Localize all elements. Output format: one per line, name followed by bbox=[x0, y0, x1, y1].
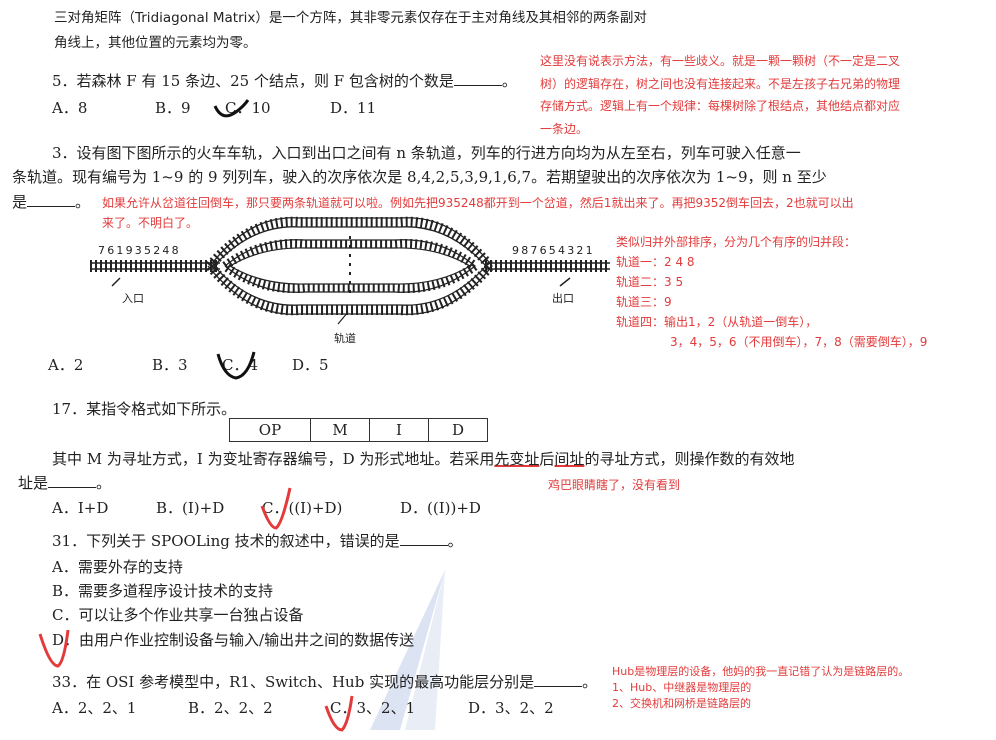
q31-option-b: B．需要多道程序设计技术的支持 bbox=[52, 582, 274, 600]
note-merge: 类似归并外部排序，分为几个有序的归并段： 轨道一：2 4 8 轨道二：3 5 轨… bbox=[616, 235, 928, 349]
q31-option-a: A．需要外存的支持 bbox=[52, 558, 183, 576]
q17-option-a: A．I+D bbox=[52, 499, 109, 517]
q31-check-mark bbox=[38, 629, 70, 668]
q17-line-2: 址是。 bbox=[18, 474, 112, 492]
q3-line-2: 条轨道。现有编号为 1~9 的 9 列列车，驶入的次序依次是 8,4,2,5,3… bbox=[12, 168, 827, 186]
q17-option-b: B．(I)+D bbox=[156, 499, 225, 517]
q3-option-d: D．5 bbox=[292, 356, 329, 374]
note-hub: Hub是物理层的设备，他妈的我一直记错了认为是链路层的。 1、Hub、中继器是物… bbox=[612, 665, 910, 710]
q33-check-mark bbox=[324, 695, 354, 732]
q33-option-a: A．2、2、1 bbox=[52, 699, 137, 717]
instruction-format-table: OP M I D bbox=[229, 418, 488, 442]
q3-option-b: B．3 bbox=[152, 356, 188, 374]
q33-stem: 33．在 OSI 参考模型中，R1、Switch、Hub 实现的最高功能层分别是… bbox=[52, 673, 598, 691]
q3-check-mark bbox=[216, 351, 256, 380]
track-label: 轨道 bbox=[334, 332, 356, 345]
right-train-sequence: 987654321 bbox=[512, 244, 595, 257]
train-track-diagram bbox=[90, 216, 610, 325]
q5-check-mark bbox=[213, 99, 250, 118]
note-eye: 鸡巴眼睛瞎了，没有看到 bbox=[548, 478, 681, 492]
q5-option-a: A．8 bbox=[52, 99, 88, 117]
q5-stem: 5．若森林 F 有 15 条边、25 个结点，则 F 包含树的个数是。 bbox=[52, 72, 517, 90]
field-m: M bbox=[310, 418, 370, 442]
intro-line-2: 角线上，其他位置的元素均为零。 bbox=[54, 35, 257, 51]
q3-option-a: A．2 bbox=[48, 356, 84, 374]
q17-stem: 17．某指令格式如下所示。 bbox=[52, 400, 237, 418]
q5-option-d: D．11 bbox=[330, 99, 377, 117]
exit-label: 出口 bbox=[552, 292, 574, 305]
entry-label: 入口 bbox=[122, 292, 144, 305]
intro-line-1: 三对角矩阵（Tridiagonal Matrix）是一个方阵，其非零元素仅存在于… bbox=[54, 10, 647, 26]
field-op: OP bbox=[229, 418, 311, 442]
q31-option-d: D．由用户作业控制设备与输入/输出井之间的数据传送 bbox=[52, 631, 415, 649]
left-train-sequence: 761935248 bbox=[98, 244, 181, 257]
q3-line-1: 3．设有图下图所示的火车车轨，入口到出口之间有 n 条轨道，列车的行进方向均为从… bbox=[52, 144, 801, 162]
q31-option-c: C．可以让多个作业共享一台独占设备 bbox=[52, 606, 304, 624]
q33-option-d: D．3、2、2 bbox=[468, 699, 554, 717]
note-forest: 这里没有说表示方法，有一些歧义。就是一颗一颗树（不一定是二叉 树）的逻辑存在，树… bbox=[540, 54, 901, 136]
q33-option-b: B．2、2、2 bbox=[188, 699, 273, 717]
q17-line-1: 其中 M 为寻址方式，I 为变址寄存器编号，D 为形式地址。若采用先变址后间址的… bbox=[52, 450, 795, 468]
q31-stem: 31．下列关于 SPOOLing 技术的叙述中，错误的是。 bbox=[52, 532, 463, 550]
field-i: I bbox=[369, 418, 429, 442]
q5-option-b: B．9 bbox=[155, 99, 191, 117]
q17-option-d: D．((I))+D bbox=[400, 499, 481, 517]
q17-check-mark bbox=[260, 487, 292, 530]
field-d: D bbox=[428, 418, 488, 442]
q3-line-3: 是。 bbox=[12, 193, 91, 211]
